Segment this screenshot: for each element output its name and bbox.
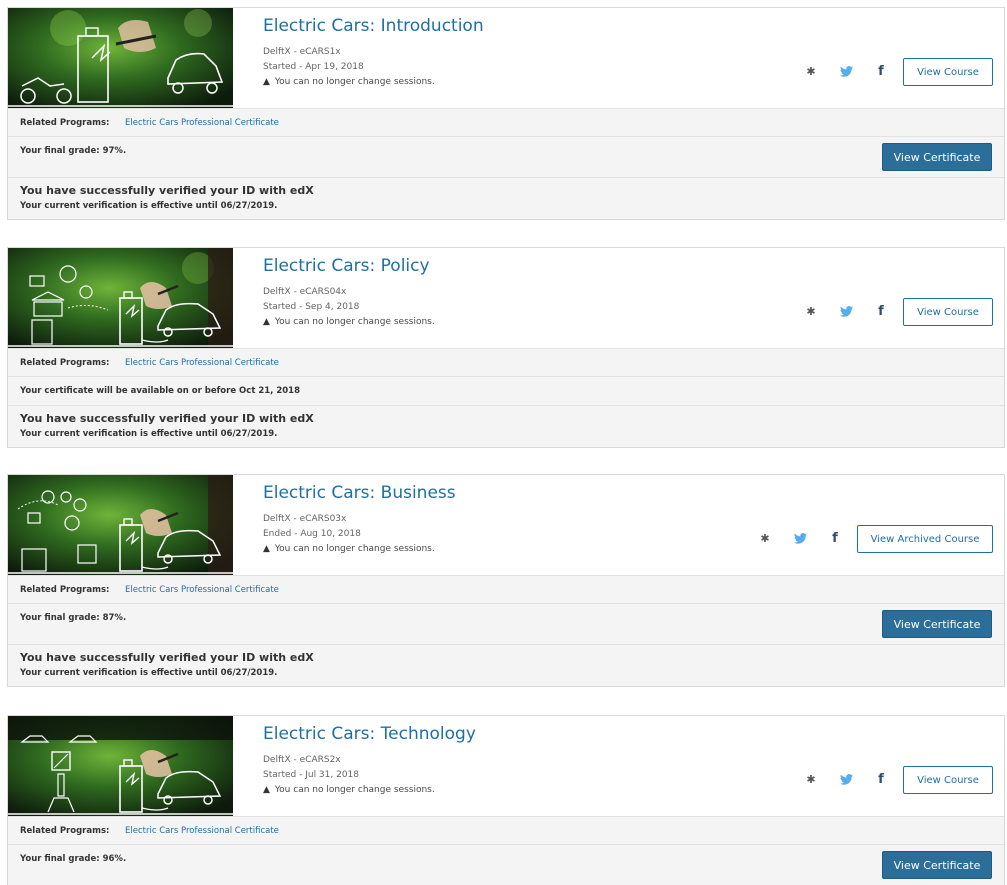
facebook-icon[interactable]: f <box>828 531 842 545</box>
course-actions: ✱ f View Course <box>804 58 994 86</box>
program-link[interactable]: Electric Cars Professional Certificate <box>125 118 279 128</box>
verification-row: You have successfully verified your ID w… <box>8 405 1004 447</box>
related-programs-label: Related Programs: <box>20 826 110 836</box>
session-note: ▲ You can no longer change sessions. <box>263 317 435 327</box>
facebook-icon[interactable]: f <box>874 772 888 786</box>
course-actions: ✱ f View Course <box>804 766 994 794</box>
verification-title: You have successfully verified your ID w… <box>20 651 314 664</box>
related-programs-row: Related Programs: Electric Cars Professi… <box>8 575 1004 603</box>
program-link[interactable]: Electric Cars Professional Certificate <box>125 358 279 368</box>
view-course-button[interactable]: View Course <box>903 58 993 86</box>
course-org-code: DelftX - eCARS1x <box>263 47 341 57</box>
session-note: ▲ You can no longer change sessions. <box>263 77 435 87</box>
course-card: Electric Cars: Introduction DelftX - eCA… <box>7 7 1005 220</box>
related-programs-label: Related Programs: <box>20 358 110 368</box>
session-note-text: You can no longer change sessions. <box>274 77 435 87</box>
verification-expiry: Your current verification is effective u… <box>20 201 278 211</box>
course-thumbnail[interactable] <box>8 716 233 816</box>
course-date: Started - Sep 4, 2018 <box>263 302 360 312</box>
final-grade-text: Your final grade: 97%. <box>20 146 127 156</box>
final-grade-text: Your final grade: 87%. <box>20 613 127 623</box>
twitter-icon[interactable] <box>793 531 807 545</box>
program-link[interactable]: Electric Cars Professional Certificate <box>125 826 279 836</box>
view-certificate-button[interactable]: View Certificate <box>882 610 992 638</box>
course-title-link[interactable]: Electric Cars: Introduction <box>263 16 484 36</box>
verification-expiry: Your current verification is effective u… <box>20 668 278 678</box>
course-date: Started - Jul 31, 2018 <box>263 770 360 780</box>
course-card: Electric Cars: Technology DelftX - eCARS… <box>7 715 1005 885</box>
view-certificate-button[interactable]: View Certificate <box>882 851 992 879</box>
course-actions: ✱ f View Archived Course <box>758 525 994 553</box>
warning-icon: ▲ <box>263 317 270 327</box>
certificate-availability-row: Your certificate will be available on or… <box>8 376 1004 405</box>
related-programs-label: Related Programs: <box>20 118 110 128</box>
view-course-button[interactable]: View Course <box>903 766 993 794</box>
course-title-link[interactable]: Electric Cars: Technology <box>263 724 476 744</box>
course-card-header: Electric Cars: Introduction DelftX - eCA… <box>8 8 1004 108</box>
verification-row: You have successfully verified your ID w… <box>8 177 1004 219</box>
course-date: Ended - Aug 10, 2018 <box>263 529 361 539</box>
course-card-header: Electric Cars: Policy DelftX - eCARS04x … <box>8 248 1004 348</box>
facebook-icon[interactable]: f <box>874 304 888 318</box>
course-org-code: DelftX - eCARS04x <box>263 287 347 297</box>
course-thumbnail[interactable] <box>8 8 233 108</box>
grade-row: Your final grade: 87%. View Certificate <box>8 603 1004 644</box>
course-thumbnail[interactable] <box>8 475 233 575</box>
course-card-header: Electric Cars: Technology DelftX - eCARS… <box>8 716 1004 816</box>
view-course-button[interactable]: View Course <box>903 298 993 326</box>
verification-expiry: Your current verification is effective u… <box>20 429 278 439</box>
verification-title: You have successfully verified your ID w… <box>20 184 314 197</box>
course-actions: ✱ f View Course <box>804 298 994 326</box>
related-programs-label: Related Programs: <box>20 585 110 595</box>
session-note-text: You can no longer change sessions. <box>274 544 435 554</box>
related-programs-row: Related Programs: Electric Cars Professi… <box>8 816 1004 844</box>
course-card: Electric Cars: Business DelftX - eCARS03… <box>7 474 1005 687</box>
grade-row: Your final grade: 97%. View Certificate <box>8 136 1004 177</box>
warning-icon: ▲ <box>263 544 270 554</box>
session-note-text: You can no longer change sessions. <box>274 785 435 795</box>
course-card: Electric Cars: Policy DelftX - eCARS04x … <box>7 247 1005 448</box>
verification-row: You have successfully verified your ID w… <box>8 644 1004 686</box>
facebook-icon[interactable]: f <box>874 64 888 78</box>
warning-icon: ▲ <box>263 77 270 87</box>
view-certificate-button[interactable]: View Certificate <box>882 143 992 171</box>
related-programs-row: Related Programs: Electric Cars Professi… <box>8 108 1004 136</box>
verification-title: You have successfully verified your ID w… <box>20 412 314 425</box>
session-note: ▲ You can no longer change sessions. <box>263 785 435 795</box>
view-archived-course-button[interactable]: View Archived Course <box>857 525 993 553</box>
gear-icon[interactable]: ✱ <box>804 304 818 318</box>
gear-icon[interactable]: ✱ <box>804 64 818 78</box>
twitter-icon[interactable] <box>839 304 853 318</box>
twitter-icon[interactable] <box>839 64 853 78</box>
certificate-availability-text: Your certificate will be available on or… <box>20 386 301 396</box>
session-note: ▲ You can no longer change sessions. <box>263 544 435 554</box>
course-card-header: Electric Cars: Business DelftX - eCARS03… <box>8 475 1004 575</box>
course-org-code: DelftX - eCARS03x <box>263 514 347 524</box>
twitter-icon[interactable] <box>839 772 853 786</box>
program-link[interactable]: Electric Cars Professional Certificate <box>125 585 279 595</box>
final-grade-text: Your final grade: 96%. <box>20 854 127 864</box>
course-thumbnail[interactable] <box>8 248 233 348</box>
gear-icon[interactable]: ✱ <box>804 772 818 786</box>
course-org-code: DelftX - eCARS2x <box>263 755 341 765</box>
course-date: Started - Apr 19, 2018 <box>263 62 364 72</box>
course-title-link[interactable]: Electric Cars: Policy <box>263 256 430 276</box>
related-programs-row: Related Programs: Electric Cars Professi… <box>8 348 1004 376</box>
warning-icon: ▲ <box>263 785 270 795</box>
course-title-link[interactable]: Electric Cars: Business <box>263 483 456 503</box>
gear-icon[interactable]: ✱ <box>758 531 772 545</box>
session-note-text: You can no longer change sessions. <box>274 317 435 327</box>
grade-row: Your final grade: 96%. View Certificate <box>8 844 1004 885</box>
